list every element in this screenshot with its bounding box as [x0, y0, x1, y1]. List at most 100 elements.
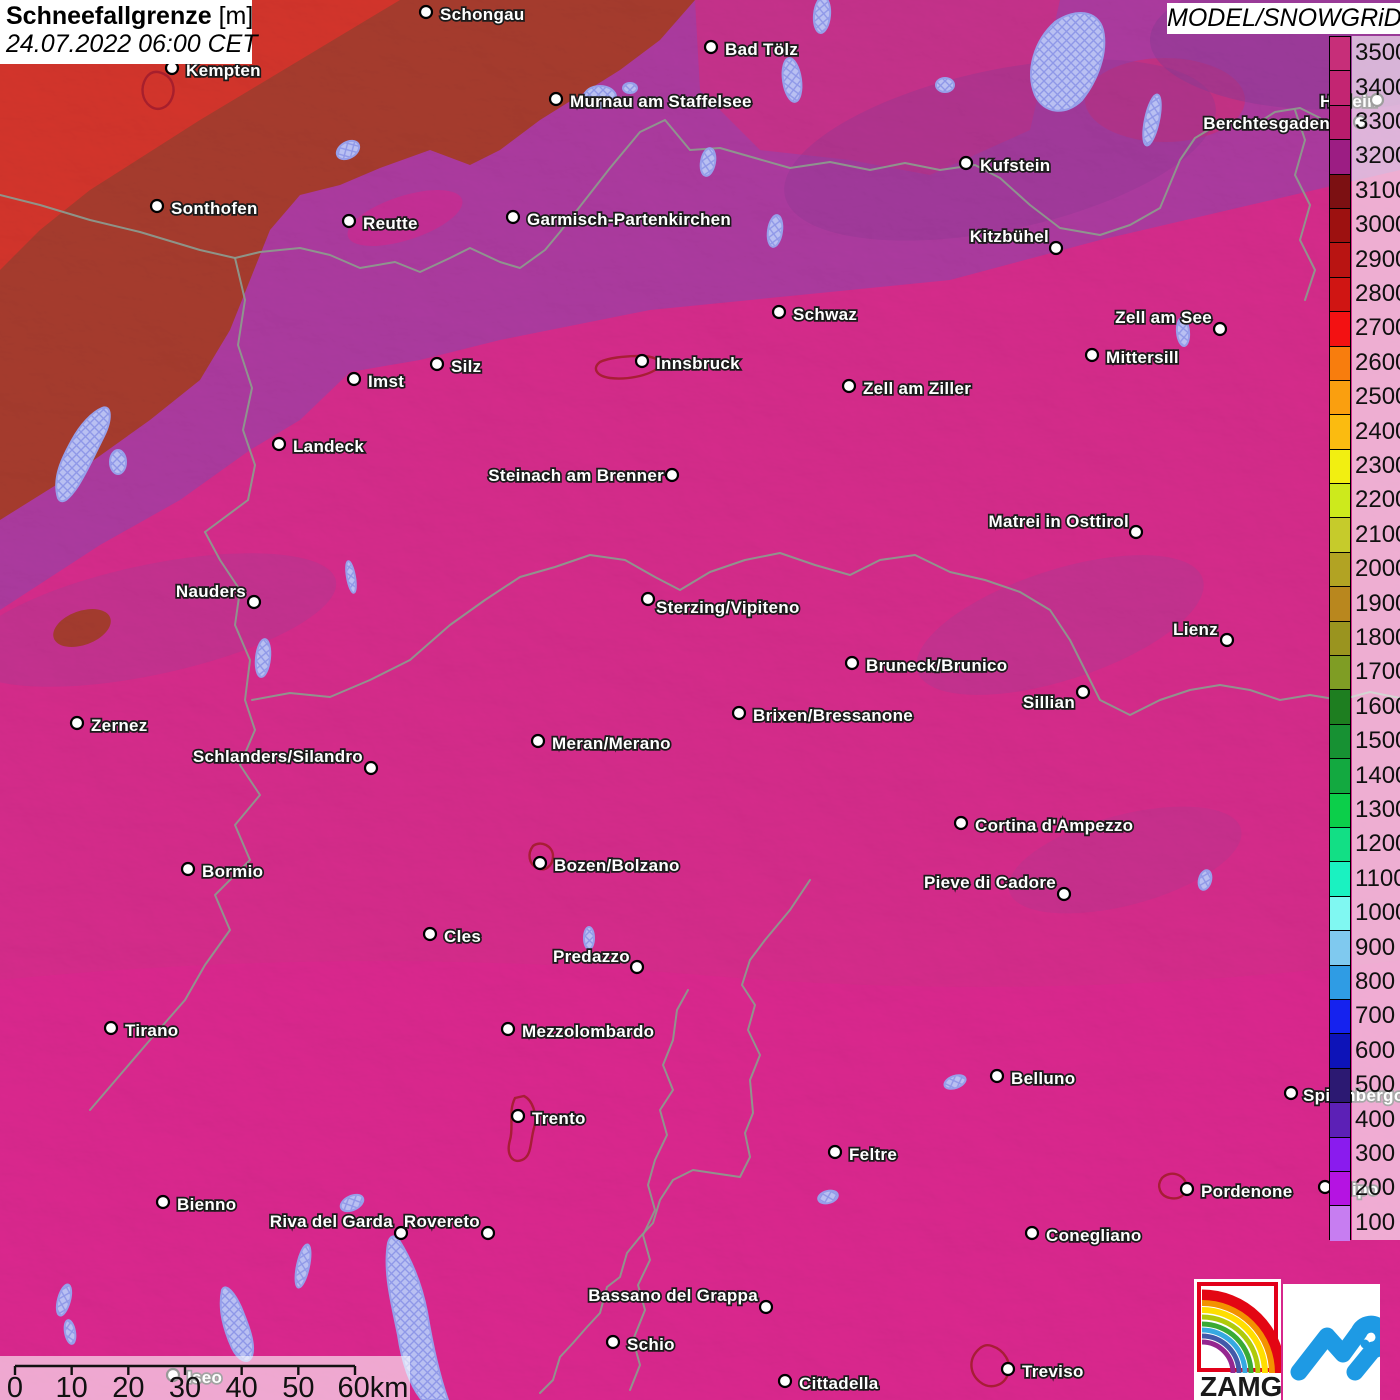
city-dot	[149, 198, 165, 214]
colorbar-value: 3400	[1355, 73, 1400, 101]
colorbar-swatch	[1330, 931, 1350, 966]
city-label: Garmisch-Partenkirchen	[527, 210, 731, 229]
snowgrid-mountain-icon	[1290, 1315, 1393, 1381]
city-dot	[771, 304, 787, 320]
city-dot	[246, 594, 262, 610]
city-label: Sillian	[1023, 693, 1075, 712]
colorbar-swatch	[1330, 656, 1350, 691]
colorbar-value: 2400	[1355, 417, 1400, 445]
city-dot	[703, 39, 719, 55]
city-dot	[530, 733, 546, 749]
lake	[935, 77, 955, 93]
colorbar-swatch	[1330, 71, 1350, 106]
city-label: Landeck	[293, 437, 364, 456]
city-label: Bozen/Bolzano	[554, 856, 680, 875]
colorbar-swatch	[1330, 415, 1350, 450]
city-label: Reutte	[363, 214, 418, 233]
scalebar-label: 40	[226, 1372, 258, 1400]
colorbar-swatch	[1330, 380, 1350, 416]
scalebar-label: 10	[56, 1372, 88, 1400]
city-dot	[1075, 684, 1091, 700]
colorbar-value: 1900	[1355, 589, 1400, 617]
city-dot	[844, 655, 860, 671]
city-label: Meran/Merano	[552, 734, 671, 753]
title-unit: [m]	[211, 2, 254, 30]
colorbar-swatch	[1330, 896, 1350, 932]
colorbar-value: 2200	[1355, 486, 1400, 514]
city-label: Predazzo	[553, 947, 630, 966]
colorbar-swatches	[1329, 36, 1351, 1241]
city-label: Brixen/Bressanone	[753, 706, 913, 725]
colorbar-swatch	[1330, 449, 1350, 485]
scalebar-label: 60km	[338, 1372, 409, 1400]
scalebar-label: 20	[112, 1372, 144, 1400]
city-label: Feltre	[849, 1145, 897, 1164]
city-dot	[548, 91, 564, 107]
colorbar-swatch	[1330, 140, 1350, 175]
city-label: Cortina d'Ampezzo	[975, 816, 1133, 835]
colorbar-value: 1800	[1355, 624, 1400, 651]
city-label: Berchtesgaden	[1203, 114, 1330, 133]
colorbar-swatch	[1330, 1171, 1350, 1207]
city-dot	[841, 378, 857, 394]
colorbar-value: 1700	[1355, 658, 1400, 686]
colorbar-value: 2300	[1355, 452, 1400, 479]
colorbar-swatch	[1330, 621, 1350, 657]
city-dot	[1024, 1225, 1040, 1241]
city-dot	[1048, 240, 1064, 256]
city-dot	[958, 155, 974, 171]
colorbar-swatch	[1330, 105, 1350, 141]
colorbar-swatch	[1330, 690, 1350, 725]
colorbar-swatch	[1330, 1137, 1350, 1172]
city-label: Murnau am Staffelsee	[570, 92, 752, 111]
colorbar-value: 500	[1355, 1071, 1396, 1099]
zamg-rainbow-icon: ZAMG	[1197, 1282, 1286, 1400]
city-dot	[346, 371, 362, 387]
city-dot	[69, 715, 85, 731]
city-dot	[532, 855, 548, 871]
city-label: Schwaz	[793, 305, 857, 324]
colorbar-swatch	[1330, 1103, 1350, 1138]
colorbar-value: 2600	[1355, 348, 1400, 376]
colorbar-swatch	[1330, 724, 1350, 760]
city-dot	[429, 356, 445, 372]
colorbar-value: 200	[1355, 1174, 1396, 1202]
city-label: Conegliano	[1046, 1226, 1142, 1245]
city-dot	[155, 1194, 171, 1210]
colorbar-swatch	[1330, 793, 1350, 828]
city-label: Schio	[627, 1335, 675, 1354]
colorbar-swatch	[1330, 277, 1350, 313]
city-label: Rovereto	[404, 1212, 480, 1231]
city-label: Silz	[451, 357, 482, 376]
city-dot	[103, 1020, 119, 1036]
city-dot	[634, 353, 650, 369]
zamg-logo: ZAMG	[1194, 1279, 1286, 1400]
city-label: Matrei in Osttirol	[989, 512, 1129, 531]
colorbar-value: 300	[1355, 1140, 1396, 1167]
city-label: Nauders	[176, 582, 246, 601]
snowfall-limit-map: SchongauBad TölzKemptenMurnau am Staffel…	[0, 0, 1400, 1400]
city-dot	[341, 213, 357, 229]
colorbar-swatch	[1330, 862, 1350, 897]
city-label: Mittersill	[1106, 348, 1179, 367]
colorbar-swatch	[1330, 552, 1350, 588]
city-dot	[1212, 321, 1228, 337]
scalebar: 0 10 20 30 40 50 60km	[0, 1356, 410, 1400]
snowgrid-logo	[1283, 1284, 1393, 1400]
model-label: MODEL/SNOWGRiD	[1167, 3, 1400, 34]
city-label: Kufstein	[980, 156, 1050, 175]
colorbar-swatch	[1330, 759, 1350, 794]
colorbar-value: 2900	[1355, 245, 1400, 273]
city-label: Bassano del Grappa	[588, 1286, 758, 1305]
colorbar-value: 1300	[1355, 796, 1400, 823]
city-dot	[1128, 524, 1144, 540]
scalebar-label: 0	[7, 1372, 23, 1400]
city-dot	[777, 1373, 793, 1389]
city-label: Treviso	[1022, 1362, 1084, 1381]
scalebar-label: 50	[282, 1372, 314, 1400]
colorbar-swatch	[1330, 37, 1350, 72]
city-dot	[422, 926, 438, 942]
city-label: Sonthofen	[171, 199, 258, 218]
colorbar-value: 1200	[1355, 830, 1400, 858]
city-label: Zell am Ziller	[863, 379, 971, 398]
